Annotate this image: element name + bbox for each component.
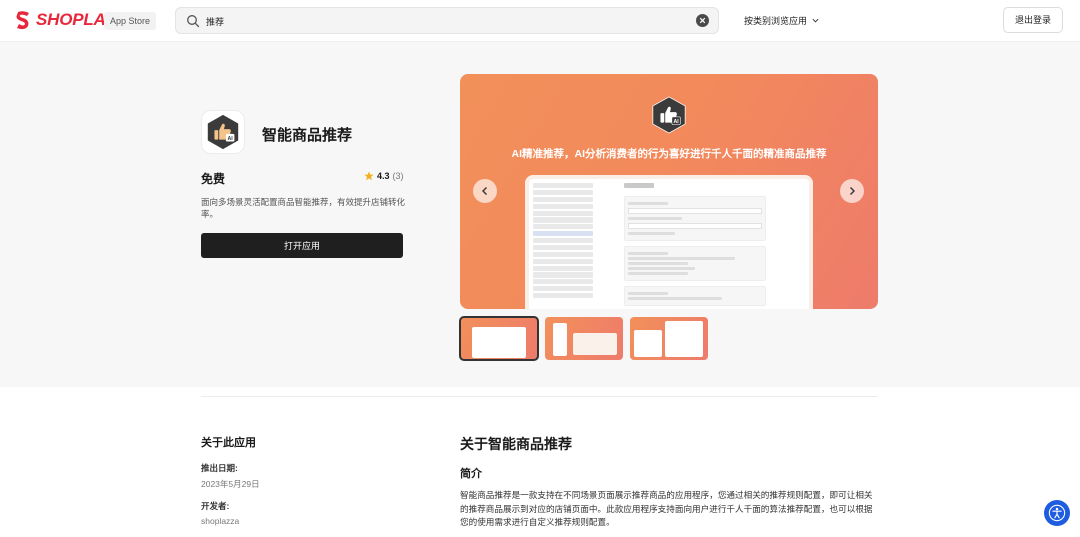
thumbnail-screenshot-3[interactable] <box>630 317 708 360</box>
launch-date-label: 推出日期: <box>201 463 238 473</box>
star-icon <box>364 171 374 181</box>
admin-preview-mockup <box>525 175 813 309</box>
mockup-content <box>624 183 766 309</box>
app-detail-title: 关于智能商品推荐 <box>460 436 572 452</box>
intro-text: 智能商品推荐是一款支持在不同场景页面展示推荐商品的应用程序，您通过相关的推荐规则… <box>460 490 873 528</box>
logout-button[interactable]: 退出登录 <box>1003 7 1063 33</box>
about-app-heading: 关于此应用 <box>201 437 256 449</box>
chevron-right-icon <box>850 187 855 195</box>
thumbs-up-ai-icon: AI <box>652 96 686 134</box>
rating-score: 4.3 <box>377 171 390 181</box>
open-app-button[interactable]: 打开应用 <box>201 233 403 258</box>
search-input[interactable] <box>206 12 686 30</box>
thumbs-up-ai-icon: AI <box>207 114 239 150</box>
screenshot-carousel[interactable]: AI AI精准推荐，AI分析消费者的行为喜好进行千人千面的精准商品推荐 <box>460 74 878 309</box>
app-store-tag: App Store <box>104 12 157 30</box>
carousel-prev-button[interactable] <box>473 179 497 203</box>
browse-categories-dropdown[interactable]: 按类别浏览应用 <box>744 14 819 27</box>
accessibility-icon <box>1048 504 1066 522</box>
search-bar <box>175 7 719 34</box>
launch-date-value: 2023年5月29日 <box>201 479 260 489</box>
search-icon <box>187 15 200 28</box>
intro-heading: 简介 <box>460 468 482 480</box>
top-header: SHOPLAZZA App Store 按类别浏览应用 退出登录 <box>0 0 1080 42</box>
app-title: 智能商品推荐 <box>262 127 353 144</box>
shoplazza-logo-icon <box>16 11 29 30</box>
app-description: 面向多场景灵活配置商品智能推荐，有效提升店铺转化率。 <box>201 197 406 219</box>
accessibility-button[interactable] <box>1044 500 1070 526</box>
clear-search-button[interactable] <box>696 14 709 27</box>
section-divider <box>201 396 878 397</box>
chevron-down-icon <box>812 18 819 23</box>
chevron-left-icon <box>482 187 487 195</box>
close-icon <box>699 17 706 24</box>
thumbnail-screenshot-1[interactable] <box>459 316 539 361</box>
app-price: 免费 <box>201 172 226 186</box>
app-icon: AI <box>201 110 245 154</box>
app-rating[interactable]: 4.3 (3) <box>364 171 404 181</box>
mockup-sidebar <box>533 183 593 309</box>
svg-text:AI: AI <box>228 136 234 142</box>
thumbnail-screenshot-2[interactable] <box>545 317 623 360</box>
developer-label: 开发者: <box>201 501 230 511</box>
developer-value[interactable]: shoplazza <box>201 516 239 526</box>
banner-slogan: AI精准推荐，AI分析消费者的行为喜好进行千人千面的精准商品推荐 <box>511 148 827 160</box>
browse-label: 按类别浏览应用 <box>744 16 808 26</box>
rating-count: (3) <box>392 171 404 181</box>
svg-text:AI: AI <box>674 119 680 125</box>
carousel-next-button[interactable] <box>840 179 864 203</box>
